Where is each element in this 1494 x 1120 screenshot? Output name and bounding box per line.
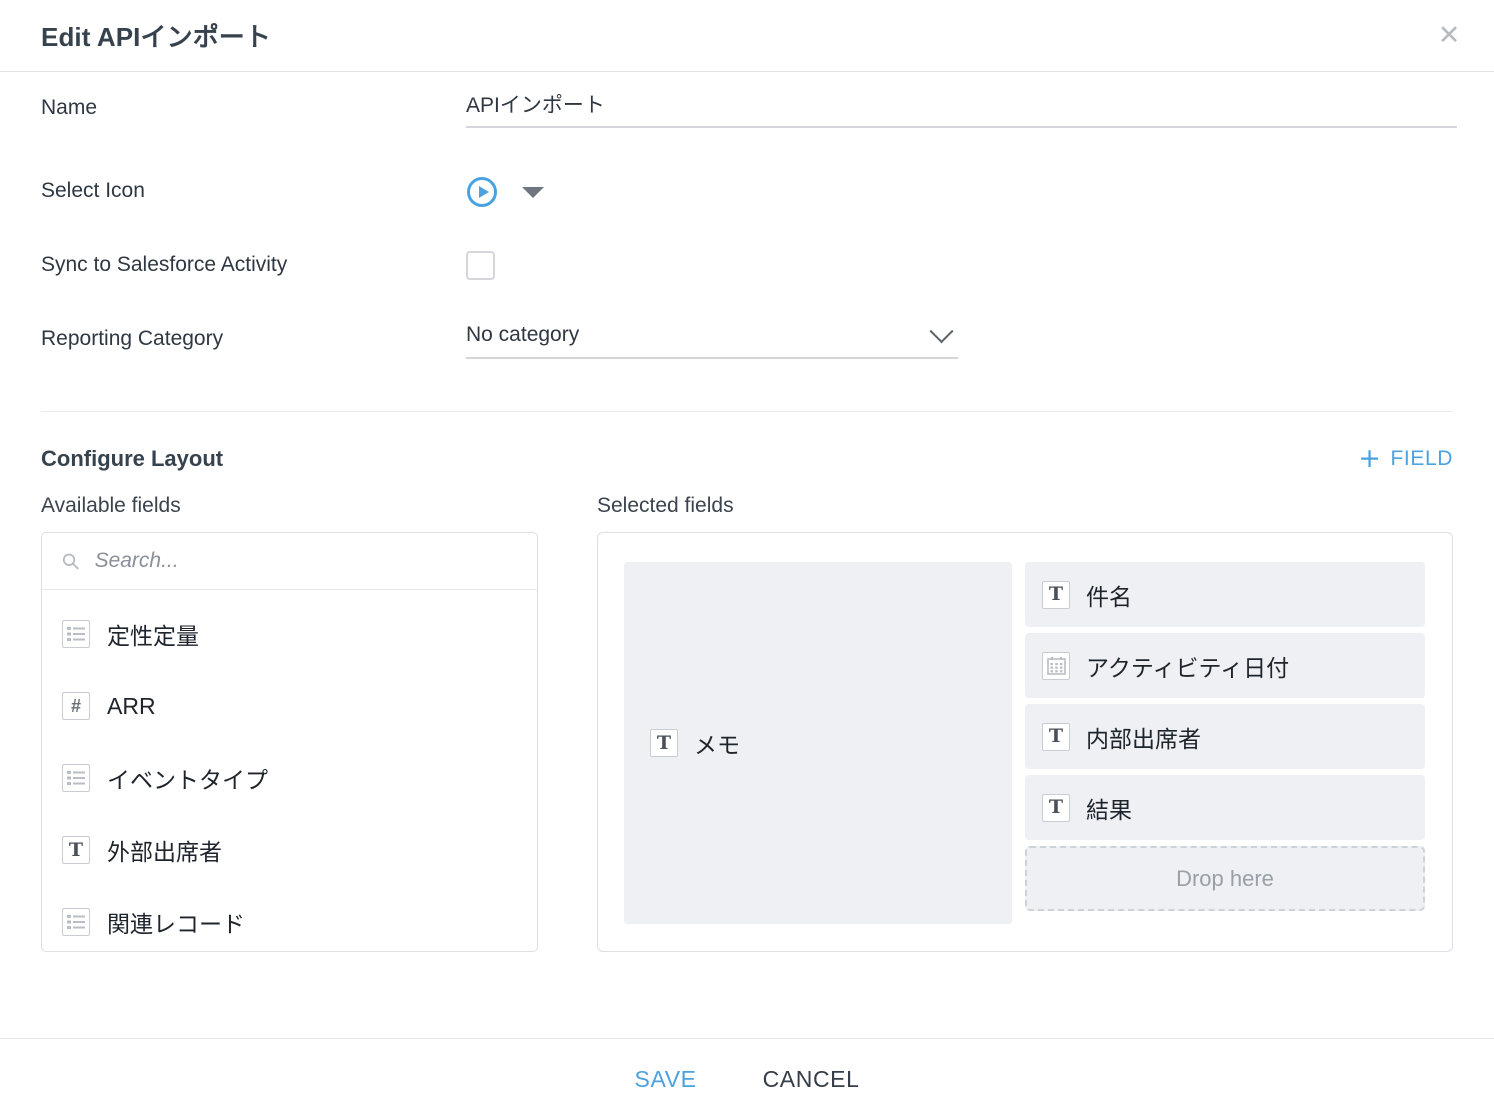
selected-fields-column: Selected fields T メモ T 件名 アクティビティ日付 T 内部… — [597, 494, 1453, 952]
sync-label: Sync to Salesforce Activity — [41, 253, 288, 276]
close-icon[interactable]: ✕ — [1432, 19, 1466, 53]
number-field-icon: # — [62, 692, 90, 720]
list-item[interactable]: # ARR — [42, 670, 537, 742]
reporting-category-select[interactable]: No category — [466, 318, 958, 359]
list-item-label: 外部出席者 — [107, 839, 222, 865]
add-field-label: FIELD — [1390, 447, 1453, 470]
form-row-reporting-category: Reporting Category No category — [41, 318, 1453, 397]
dialog-footer: SAVE CANCEL — [0, 1038, 1494, 1120]
list-item-label: アクティビティ日付 — [1086, 654, 1290, 681]
available-fields-column: Available fields Search... 定性定量 # ARR イベ… — [41, 494, 538, 952]
selected-primary-label: メモ — [694, 732, 740, 758]
text-field-icon: T — [62, 836, 90, 864]
text-field-icon: T — [650, 729, 678, 757]
name-input[interactable] — [466, 92, 1457, 128]
list-item-label: 結果 — [1086, 796, 1132, 823]
search-row — [42, 533, 537, 590]
list-item[interactable]: 関連レコード — [42, 886, 537, 951]
search-icon — [62, 553, 79, 569]
list-item[interactable]: 定性定量 — [42, 598, 537, 670]
play-circle-icon[interactable] — [466, 176, 498, 208]
reporting-category-label: Reporting Category — [41, 327, 224, 350]
form-row-select-icon: Select Icon — [41, 175, 1453, 249]
reporting-category-value: No category — [466, 323, 580, 346]
text-field-icon: T — [1042, 722, 1070, 751]
list-item-label: ARR — [107, 692, 156, 719]
selected-fields-list: T 件名 アクティビティ日付 T 内部出席者 T 結果 Drop here — [1025, 562, 1425, 924]
list-item-label: 内部出席者 — [1086, 725, 1201, 752]
save-button[interactable]: SAVE — [631, 1060, 701, 1099]
search-input[interactable] — [92, 548, 517, 574]
section-divider — [41, 411, 1453, 412]
selected-primary-slot[interactable]: T メモ — [624, 562, 1012, 924]
list-item[interactable]: T 件名 — [1025, 562, 1425, 627]
list-item[interactable]: T 結果 — [1025, 775, 1425, 840]
form-row-name: Name — [41, 72, 1457, 175]
selected-fields-caption: Selected fields — [597, 494, 734, 517]
configure-layout-title: Configure Layout — [41, 446, 224, 471]
available-fields-list: 定性定量 # ARR イベントタイプ T 外部出席者 関連レコード — [42, 590, 537, 951]
select-icon-label: Select Icon — [41, 179, 145, 202]
list-field-icon — [62, 908, 90, 936]
drop-zone[interactable]: Drop here — [1025, 846, 1425, 911]
list-item-label: 定性定量 — [107, 623, 199, 649]
calendar-icon — [1042, 651, 1070, 680]
text-field-icon: T — [1042, 580, 1070, 609]
icon-dropdown-caret-icon[interactable] — [522, 186, 544, 198]
icon-picker[interactable] — [466, 175, 1453, 208]
list-field-icon — [62, 620, 90, 648]
settings-form: Name Select Icon — [0, 72, 1494, 397]
list-item[interactable]: アクティビティ日付 — [1025, 633, 1425, 698]
plus-icon: + — [1358, 443, 1382, 474]
text-field-icon: T — [1042, 793, 1070, 822]
selected-fields-panel: T メモ T 件名 アクティビティ日付 T 内部出席者 T 結果 Drop he… — [597, 532, 1453, 952]
list-item-label: 関連レコード — [107, 911, 245, 937]
list-item-label: イベントタイプ — [107, 767, 268, 793]
available-fields-panel: 定性定量 # ARR — [41, 532, 538, 952]
list-item[interactable]: イベントタイプ — [42, 742, 537, 814]
form-row-sync: Sync to Salesforce Activity — [41, 249, 1453, 323]
chevron-down-icon — [929, 318, 954, 343]
cancel-button[interactable]: CANCEL — [759, 1060, 864, 1099]
configure-layout-header: Configure Layout + FIELD — [41, 443, 1453, 474]
sync-checkbox[interactable] — [466, 251, 495, 280]
name-label: Name — [41, 96, 98, 119]
list-item[interactable]: T 外部出席者 — [42, 814, 537, 886]
dialog-body: Name Select Icon — [0, 72, 1494, 1038]
add-field-button[interactable]: + FIELD — [1358, 443, 1453, 474]
page-title: Edit APIインポート — [41, 22, 272, 52]
dialog-header: Edit APIインポート ✕ — [0, 0, 1494, 72]
edit-api-import-dialog: Edit APIインポート ✕ Name Select Icon — [0, 0, 1494, 1120]
list-field-icon — [62, 764, 90, 792]
available-fields-caption: Available fields — [41, 494, 181, 517]
list-item-label: 件名 — [1086, 583, 1132, 610]
layout-columns: Available fields Search... 定性定量 # ARR イベ… — [41, 494, 1453, 952]
list-item[interactable]: T 内部出席者 — [1025, 704, 1425, 769]
